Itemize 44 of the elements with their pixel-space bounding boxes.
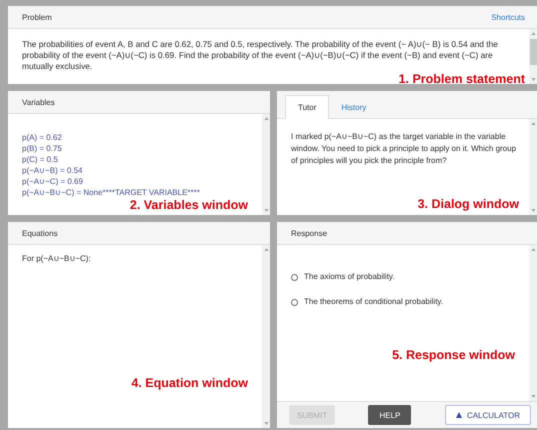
tab[interactable]: Tutor [285, 95, 330, 119]
variable-line: p(~A∪~B) = 0.54 [22, 165, 84, 176]
tutor-message: I marked p(~A∪~B∪~C) as the target variable in the variable window. You need to pick a principle to apply on it. Which group of principles will you pick the principle from? [291, 131, 518, 167]
scrollbar-thumb[interactable] [530, 39, 536, 65]
shortcuts-link[interactable]: Shortcuts [491, 12, 525, 22]
panel-title: Problem [22, 12, 52, 22]
scroll-down-icon[interactable] [530, 395, 536, 398]
variable-line: p(~A∪~B∪~C) = None****TARGET VARIABLE**** [22, 187, 201, 198]
scroll-up-icon[interactable] [530, 122, 536, 125]
triangle-icon [456, 412, 462, 418]
scroll-down-icon[interactable] [530, 78, 536, 81]
annotation-label: 2. Variables window [130, 198, 248, 213]
annotation-label: 5. Response window [392, 348, 515, 363]
tab[interactable]: History [329, 96, 378, 118]
scrollbar[interactable] [262, 245, 270, 428]
scroll-up-icon[interactable] [264, 248, 268, 251]
scroll-down-icon[interactable] [264, 209, 268, 212]
variable-line: p(B) = 0.75 [22, 143, 63, 154]
variable-line: p(C) = 0.5 [22, 154, 59, 165]
annotation-label: 4. Equation window [131, 376, 248, 391]
calculator-button[interactable]: CALCULATOR [444, 405, 531, 425]
scroll-up-icon[interactable] [264, 117, 268, 120]
problem-text: The probabilities of event A, B and C are 0.62, 0.75 and 0.5, respectively. The probability of the event (~ A)∪(~ B) is 0.54 and the probability of the event (~A)∪(~C) is 0.69. Find the probability of the event (~A)∪(~B)∪(~C) if the event (~B) and event (~C) are mutually exclusive. [22, 39, 499, 72]
annotation-label: 1. Problem statement [398, 72, 525, 84]
equation-line: For p(~A∪~B∪~C): [22, 253, 92, 265]
panel-title: Response [291, 228, 328, 238]
scrollbar[interactable] [529, 245, 537, 401]
annotation-label: 3. Dialog window [418, 197, 519, 212]
variable-line: p(A) = 0.62 [22, 132, 63, 143]
option-label[interactable]: The axioms of probability. [304, 271, 395, 283]
radio-button[interactable] [291, 298, 298, 306]
option-label[interactable]: The theorems of conditional probability. [304, 296, 444, 308]
scrollbar[interactable] [529, 29, 537, 84]
scroll-up-icon[interactable] [530, 32, 536, 35]
scroll-up-icon[interactable] [530, 248, 536, 251]
scroll-down-icon[interactable] [264, 422, 268, 425]
scroll-down-icon[interactable] [530, 209, 536, 212]
panel-title: Variables [22, 98, 55, 106]
scrollbar[interactable] [262, 114, 270, 215]
scrollbar[interactable] [529, 119, 537, 215]
radio-button[interactable] [291, 274, 298, 280]
variable-line: p(~A∪~C) = 0.69 [22, 176, 84, 187]
panel-title: Equations [22, 228, 58, 238]
help-button[interactable]: HELP [368, 405, 412, 425]
